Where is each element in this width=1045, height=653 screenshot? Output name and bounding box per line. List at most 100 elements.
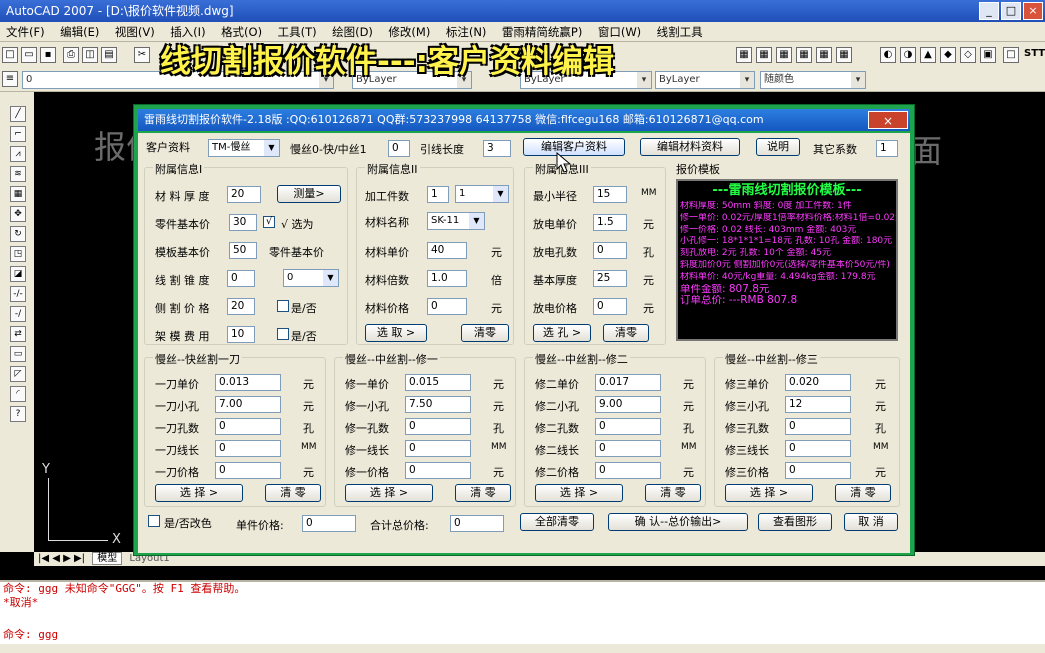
confirm-output-button[interactable]: 确 认--总价输出> <box>608 513 748 531</box>
tool-icon[interactable]: □ <box>1003 47 1019 63</box>
s4-small-hole-input[interactable]: 12 <box>785 396 851 413</box>
side-cut-checkbox[interactable] <box>277 300 289 312</box>
close-button[interactable]: × <box>1023 2 1043 20</box>
s2-select-button[interactable]: 选 择 > <box>345 484 433 502</box>
part-count-input[interactable]: 1 <box>427 186 449 203</box>
edm-unit-input[interactable]: 1.5 <box>593 214 627 231</box>
s3-clear-button[interactable]: 清 零 <box>645 484 701 502</box>
markup-icon[interactable]: ▦ <box>816 47 832 63</box>
maximize-button[interactable]: □ <box>1001 2 1021 20</box>
edm-price-input[interactable]: 0 <box>593 298 627 315</box>
s1-wire-length-input[interactable]: 0 <box>215 440 281 457</box>
stretch-icon[interactable]: ◪ <box>10 266 26 282</box>
measure-button[interactable]: 测量> <box>277 185 341 203</box>
hole-clear-button[interactable]: 清零 <box>603 324 649 342</box>
template-base-input[interactable]: 50 <box>229 242 257 259</box>
print-icon[interactable]: ⎙ <box>63 47 79 63</box>
view-drawing-button[interactable]: 查看图形 <box>758 513 832 531</box>
layer-manager-icon[interactable]: ≡ <box>2 71 18 87</box>
open-icon[interactable]: ▭ <box>21 47 37 63</box>
minimize-button[interactable]: _ <box>979 2 999 20</box>
command-window[interactable]: 命令: ggg 未知命令"GGG"。按 F1 查看帮助。 *取消* 命令: gg… <box>0 580 1045 653</box>
s1-price-input[interactable]: 0 <box>215 462 281 479</box>
s2-clear-button[interactable]: 清 零 <box>455 484 511 502</box>
s2-price-input[interactable]: 0 <box>405 462 471 479</box>
calc-icon[interactable]: ▦ <box>836 47 852 63</box>
frame-fee-input[interactable]: 10 <box>227 326 255 343</box>
tab-nav-icon[interactable]: |◀ ◀ ▶ ▶| <box>34 553 89 564</box>
move-icon[interactable]: ✥ <box>10 206 26 222</box>
s3-hole-count-input[interactable]: 0 <box>595 418 661 435</box>
rotate-icon[interactable]: ↻ <box>10 226 26 242</box>
edm-holes-input[interactable]: 0 <box>593 242 627 259</box>
s4-clear-button[interactable]: 清 零 <box>835 484 891 502</box>
tool-icon[interactable]: ◇ <box>960 47 976 63</box>
s3-price-input[interactable]: 0 <box>595 462 661 479</box>
part-base-price-input[interactable]: 30 <box>229 214 257 231</box>
s3-select-button[interactable]: 选 择 > <box>535 484 623 502</box>
help-button[interactable]: 说明 <box>756 138 800 156</box>
scale-icon[interactable]: ◳ <box>10 246 26 262</box>
tool-icon[interactable]: ◑ <box>900 47 916 63</box>
side-cut-input[interactable]: 20 <box>227 298 255 315</box>
fillet-icon[interactable]: ◜ <box>10 386 26 402</box>
trim-icon[interactable]: -/- <box>10 286 26 302</box>
s3-unit-price-input[interactable]: 0.017 <box>595 374 661 391</box>
tool-icon[interactable]: ◆ <box>940 47 956 63</box>
material-select-button[interactable]: 选 取 > <box>365 324 427 342</box>
select-as-checkbox[interactable]: √ <box>263 216 275 228</box>
command-prompt[interactable]: 命令: ggg <box>0 628 1045 642</box>
tool-icon[interactable]: ▣ <box>980 47 996 63</box>
taper-input[interactable]: 0 <box>227 270 255 287</box>
base-thickness-input[interactable]: 25 <box>593 270 627 287</box>
s4-wire-length-input[interactable]: 0 <box>785 440 851 457</box>
edit-client-button[interactable]: 编辑客户资料 <box>523 138 625 156</box>
wire-mode-input[interactable]: 0 <box>388 140 410 157</box>
clear-all-button[interactable]: 全部清零 <box>520 513 594 531</box>
s4-hole-count-input[interactable]: 0 <box>785 418 851 435</box>
other-factor-input[interactable]: 1 <box>876 140 898 157</box>
cancel-button[interactable]: 取 消 <box>844 513 898 531</box>
s4-unit-price-input[interactable]: 0.020 <box>785 374 851 391</box>
join-icon[interactable]: ▭ <box>10 346 26 362</box>
lead-length-input[interactable]: 3 <box>483 140 511 157</box>
preview-icon[interactable]: ◫ <box>82 47 98 63</box>
help-icon[interactable]: ? <box>10 406 26 422</box>
properties-icon[interactable]: ▦ <box>736 47 752 63</box>
toolpalette-icon[interactable]: ▦ <box>776 47 792 63</box>
s1-unit-price-input[interactable]: 0.013 <box>215 374 281 391</box>
extend-icon[interactable]: -/ <box>10 306 26 322</box>
s2-small-hole-input[interactable]: 7.50 <box>405 396 471 413</box>
client-select[interactable]: TM-慢丝 <box>208 139 280 157</box>
s1-clear-button[interactable]: 清 零 <box>265 484 321 502</box>
chamfer-icon[interactable]: ◸ <box>10 366 26 382</box>
sheetset-icon[interactable]: ▦ <box>796 47 812 63</box>
dialog-close-button[interactable]: × <box>868 111 908 129</box>
s3-small-hole-input[interactable]: 9.00 <box>595 396 661 413</box>
thickness-input[interactable]: 20 <box>227 186 261 203</box>
plotstyle-combo[interactable]: ByLayer <box>655 71 755 89</box>
s1-hole-count-input[interactable]: 0 <box>215 418 281 435</box>
s2-unit-price-input[interactable]: 0.015 <box>405 374 471 391</box>
frame-fee-checkbox[interactable] <box>277 328 289 340</box>
hole-select-button[interactable]: 选 孔 > <box>533 324 591 342</box>
material-price-input[interactable]: 0 <box>427 298 467 315</box>
stt-label[interactable]: STT <box>1024 48 1045 59</box>
material-clear-button[interactable]: 清零 <box>461 324 509 342</box>
offset-icon[interactable]: ≋ <box>10 166 26 182</box>
break-icon[interactable]: ⇄ <box>10 326 26 342</box>
designcenter-icon[interactable]: ▦ <box>756 47 772 63</box>
recolor-checkbox[interactable] <box>148 515 160 527</box>
min-radius-input[interactable]: 15 <box>593 186 627 203</box>
array-icon[interactable]: ▦ <box>10 186 26 202</box>
menu-view[interactable]: 视图(V) <box>109 22 161 42</box>
cut-icon[interactable]: ✂ <box>134 47 150 63</box>
polyline-icon[interactable]: ⌐ <box>10 126 26 142</box>
single-price-input[interactable]: 0 <box>302 515 356 532</box>
tab-model[interactable]: 模型 <box>92 552 123 565</box>
s1-select-button[interactable]: 选 择 > <box>155 484 243 502</box>
save-icon[interactable]: ▪ <box>40 47 56 63</box>
total-price-input[interactable]: 0 <box>450 515 504 532</box>
menu-edit[interactable]: 编辑(E) <box>54 22 105 42</box>
line-icon[interactable]: ╱ <box>10 106 26 122</box>
